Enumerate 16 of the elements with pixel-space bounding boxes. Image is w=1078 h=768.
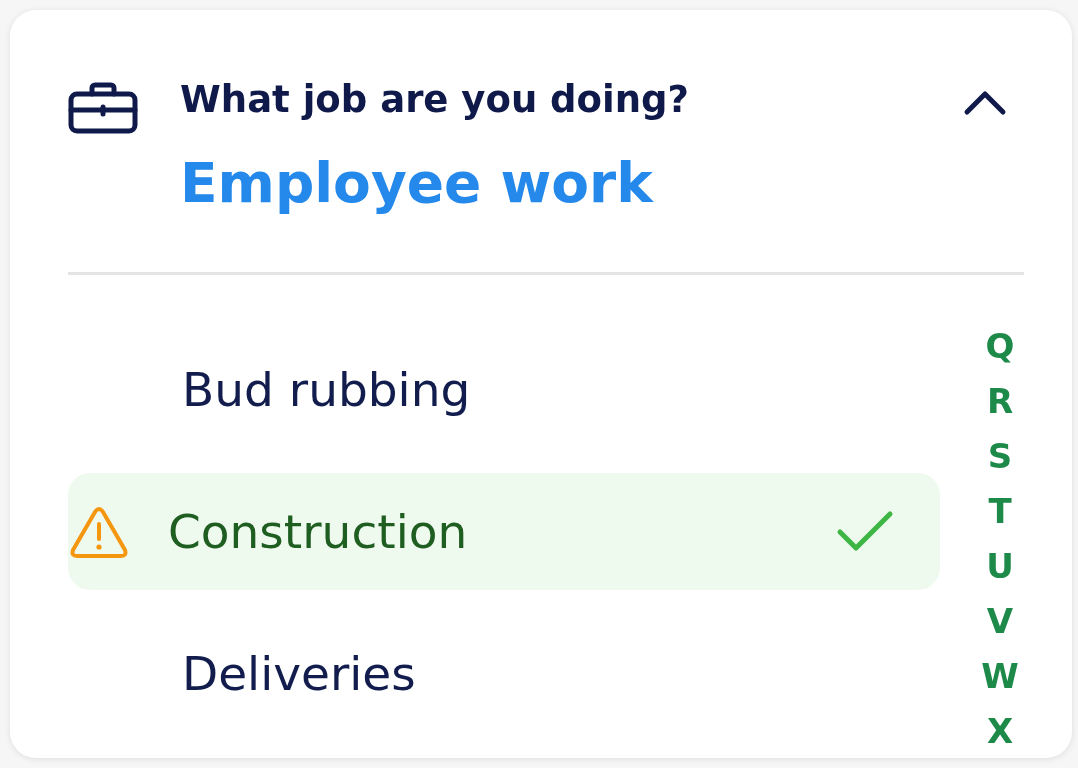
chevron-icon[interactable] [962, 88, 1008, 118]
index-letter[interactable]: R [986, 374, 1014, 430]
selected-answer: Employee work [180, 150, 655, 217]
index-letter[interactable]: T [988, 484, 1012, 540]
briefcase-icon [68, 82, 138, 134]
index-letter[interactable]: S [987, 429, 1013, 485]
index-letter[interactable]: Q [985, 319, 1015, 375]
index-letter[interactable]: X [986, 704, 1014, 758]
option-row[interactable]: Deliveries [68, 615, 940, 733]
index-letter[interactable]: V [986, 594, 1014, 650]
question-title: What job are you doing? [180, 78, 690, 123]
option-row[interactable]: Bud rubbing [68, 331, 940, 449]
index-letter[interactable]: W [981, 649, 1019, 705]
option-row[interactable]: Construction [68, 473, 940, 591]
check-icon [836, 509, 894, 554]
index-letter[interactable]: U [986, 539, 1014, 595]
